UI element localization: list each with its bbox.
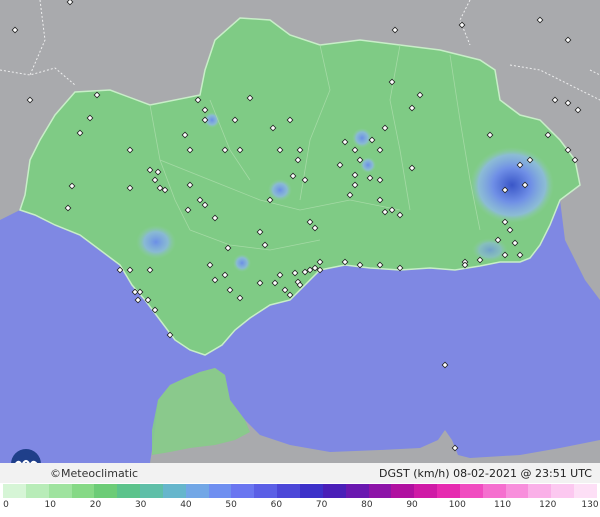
scale-swatch — [117, 484, 141, 498]
scale-tick-label: 30 — [134, 500, 147, 510]
scale-swatch — [391, 484, 415, 498]
scale-tick-label: 130 — [581, 500, 599, 510]
gust-hotspot-huelva — [136, 225, 176, 259]
gust-hotspot-sevilla — [233, 254, 251, 272]
scale-swatch — [345, 484, 369, 498]
wind-gust-map — [0, 0, 600, 463]
color-scale-ticks: 0 10 20 30 40 50 60 70 80 90 100 110 120 130 — [0, 500, 600, 514]
scale-swatch — [368, 484, 392, 498]
gust-hotspot-jaen — [352, 128, 372, 148]
scale-swatch — [185, 484, 209, 498]
scale-tick-label: 10 — [44, 500, 56, 510]
scale-swatch — [322, 484, 346, 498]
scale-swatch — [94, 484, 118, 498]
color-scale-bar — [3, 484, 597, 498]
scale-swatch — [459, 484, 483, 498]
scale-tick-label: 60 — [270, 500, 283, 510]
scale-swatch — [140, 484, 163, 498]
scale-tick-label: 20 — [89, 500, 102, 510]
scale-swatch — [414, 484, 438, 498]
scale-tick-label: 50 — [225, 500, 237, 510]
product-label: DGST (km/h) 08-02-2021 @ 23:51 UTC — [379, 467, 592, 480]
scale-swatch — [231, 484, 255, 498]
scale-swatch — [574, 484, 597, 498]
scale-tick-label: 70 — [315, 500, 328, 510]
scale-swatch — [505, 484, 529, 498]
scale-swatch — [277, 484, 300, 498]
scale-swatch — [48, 484, 72, 498]
scale-swatch — [162, 484, 186, 498]
copyright-text: ©Meteoclimatic — [50, 467, 139, 480]
scale-tick-label: 90 — [406, 500, 418, 510]
gust-hotspot-east — [472, 238, 508, 262]
scale-tick-label: 0 — [3, 500, 9, 510]
scale-swatch — [71, 484, 95, 498]
scale-swatch — [528, 484, 552, 498]
scale-swatch — [25, 484, 49, 498]
scale-swatch — [208, 484, 232, 498]
scale-tick-label: 100 — [448, 500, 466, 510]
scale-tick-label: 120 — [539, 500, 557, 510]
scale-tick-label: 40 — [180, 500, 192, 510]
scale-tick-label: 110 — [493, 500, 512, 510]
scale-tick-label: 80 — [361, 500, 373, 510]
gust-hotspot-cordoba — [268, 179, 292, 201]
color-scale: 0 10 20 30 40 50 60 70 80 90 100 110 120 130 — [0, 484, 600, 517]
scale-swatch — [551, 484, 575, 498]
scale-swatch — [3, 484, 26, 498]
scale-swatch — [437, 484, 460, 498]
scale-swatch — [254, 484, 278, 498]
scale-swatch — [299, 484, 323, 498]
gust-hotspot-almeria — [470, 147, 554, 223]
scale-swatch — [482, 484, 506, 498]
